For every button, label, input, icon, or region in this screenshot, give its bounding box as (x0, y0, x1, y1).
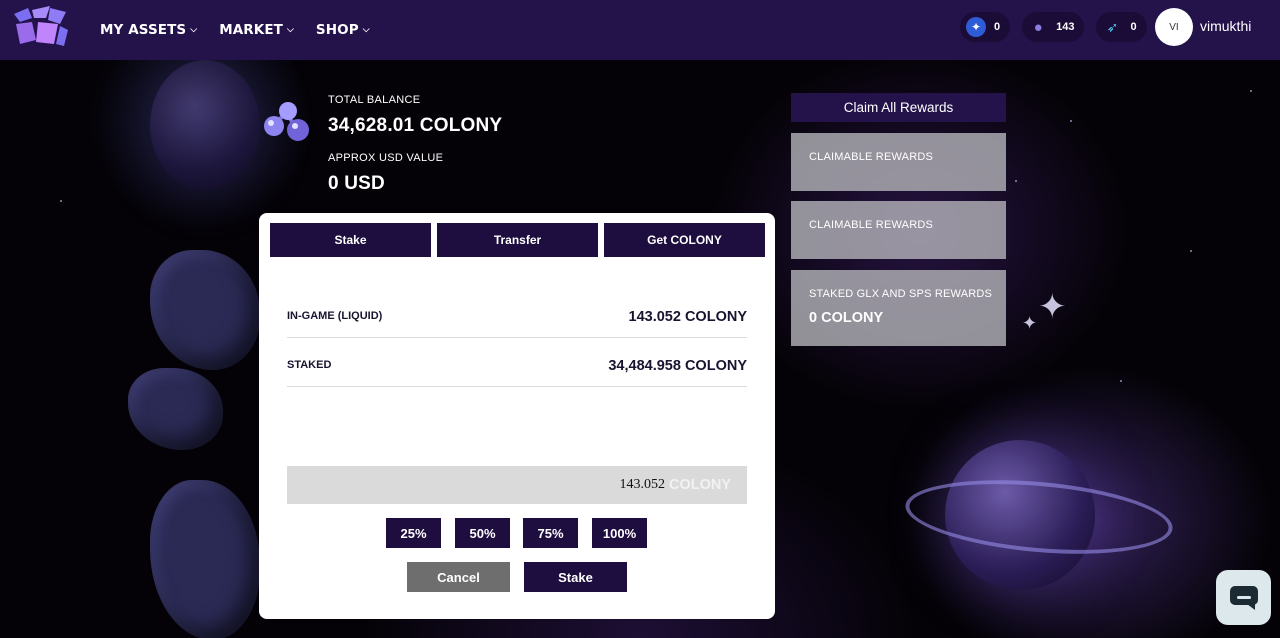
star (60, 200, 62, 202)
amount-value: 143.052 (619, 477, 665, 492)
nav-market[interactable]: MARKET ⌵ (219, 22, 294, 38)
staked-rewards-card: STAKED GLX AND SPS REWARDS 0 COLONY (791, 270, 1006, 346)
reward-title: CLAIMABLE REWARDS (809, 219, 934, 231)
claimable-rewards-card-2: CLAIMABLE REWARDS (791, 201, 1006, 259)
star (1015, 180, 1017, 182)
star-token-icon: ✦ (966, 17, 986, 37)
nav-shop[interactable]: SHOP ⌵ (316, 22, 370, 38)
staked-value: 34,484.958 COLONY (608, 358, 747, 374)
resource-counters: ✦ 0 ● 143 ➶ 0 (960, 12, 1147, 42)
percent-100-button[interactable]: 100% (592, 518, 647, 548)
nav-my-assets[interactable]: MY ASSETS ⌵ (100, 22, 197, 38)
nav-my-assets-label: MY ASSETS (100, 22, 187, 38)
tab-get-colony[interactable]: Get COLONY (604, 223, 765, 257)
nav-shop-label: SHOP (315, 22, 359, 38)
percent-50-button[interactable]: 50% (455, 518, 510, 548)
amount-input[interactable]: 143.052 COLONY (287, 466, 747, 504)
star (1250, 90, 1252, 92)
cancel-button[interactable]: Cancel (407, 562, 510, 592)
chat-icon (1229, 585, 1258, 610)
liquid-value: 143.052 COLONY (628, 309, 747, 325)
chevron-down-icon: ⌵ (286, 25, 294, 35)
rocket-counter[interactable]: ➶ 0 (1096, 12, 1147, 42)
nav-market-label: MARKET (219, 22, 283, 38)
sparkle-icon: ✦ (1038, 288, 1067, 326)
sparkle-icon-small: ✦ (1022, 313, 1038, 333)
reward-title: CLAIMABLE REWARDS (809, 151, 934, 163)
divider (287, 386, 747, 387)
star (1190, 250, 1192, 252)
tab-transfer[interactable]: Transfer (437, 223, 598, 257)
total-balance-label: TOTAL BALANCE (328, 94, 421, 106)
star-token-value: 0 (994, 21, 1001, 33)
claim-all-rewards-button[interactable]: Claim All Rewards (791, 93, 1006, 122)
chevron-down-icon: ⌵ (362, 25, 370, 35)
avatar[interactable]: VI (1155, 8, 1193, 46)
rocket-icon: ➶ (1106, 18, 1119, 35)
reward-title: STAKED GLX AND SPS REWARDS (809, 288, 993, 300)
amount-unit: COLONY (668, 477, 731, 493)
star-token-counter[interactable]: ✦ 0 (960, 12, 1011, 42)
staked-label: STAKED (287, 359, 332, 371)
colony-molecule-icon (264, 102, 309, 141)
colony-token-value: 143 (1056, 21, 1075, 33)
top-navbar: MY ASSETS ⌵ MARKET ⌵ SHOP ⌵ ✦ 0 ● 143 ➶ … (0, 0, 1280, 60)
colony-token-icon: ● (1033, 18, 1043, 36)
stake-card: Stake Transfer Get COLONY IN-GAME (LIQUI… (259, 213, 775, 619)
liquid-label: IN-GAME (LIQUID) (287, 310, 383, 322)
total-balance-value: 34,628.01 COLONY (328, 115, 503, 136)
star (1070, 120, 1072, 122)
reward-value: 0 COLONY (809, 310, 884, 326)
tab-stake[interactable]: Stake (270, 223, 431, 257)
percent-25-button[interactable]: 25% (386, 518, 441, 548)
username[interactable]: vimukthi (1200, 18, 1251, 34)
rocket-value: 0 (1130, 21, 1137, 33)
background-planet-left (150, 60, 260, 190)
nav-menu: MY ASSETS ⌵ MARKET ⌵ SHOP ⌵ (100, 0, 392, 60)
colony-token-counter[interactable]: ● 143 (1022, 12, 1085, 42)
percent-75-button[interactable]: 75% (523, 518, 578, 548)
chat-button[interactable] (1216, 570, 1271, 625)
star (1120, 380, 1122, 382)
divider (287, 337, 747, 338)
logo-icon[interactable] (10, 4, 70, 50)
chevron-down-icon: ⌵ (190, 25, 198, 35)
usd-value: 0 USD (328, 173, 385, 194)
usd-value-label: APPROX USD VALUE (328, 152, 444, 164)
claimable-rewards-card-1: CLAIMABLE REWARDS (791, 133, 1006, 191)
stake-button[interactable]: Stake (524, 562, 627, 592)
